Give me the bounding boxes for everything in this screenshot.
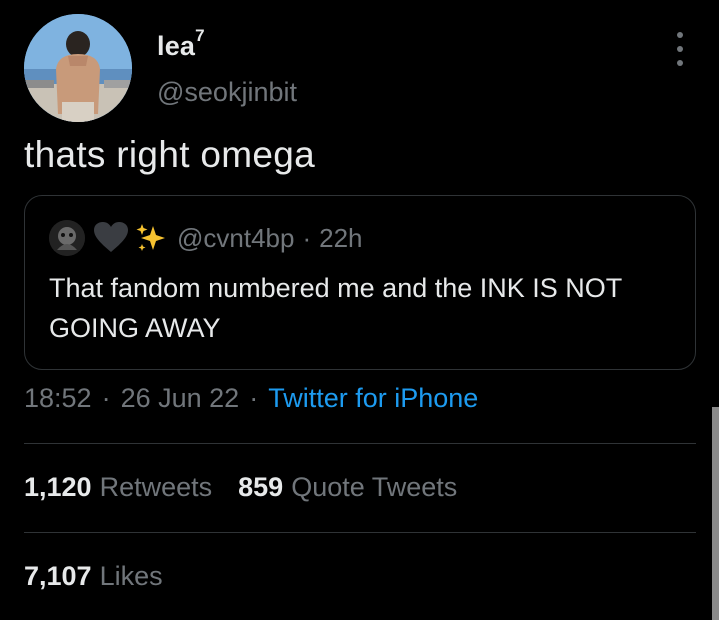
tweet-text: thats right omega: [24, 134, 315, 175]
engagement-stats: 1,120 Retweets 859 Quote Tweets: [24, 472, 483, 503]
quoted-handle[interactable]: @cvnt4bp: [177, 223, 294, 254]
dot: [677, 46, 683, 52]
likes-stats: 7,107 Likes: [24, 561, 189, 592]
quote-tweets-count: 859: [238, 472, 284, 502]
more-options-button[interactable]: [666, 32, 694, 66]
avatar-photo: [24, 14, 132, 122]
display-name-suffix: 7: [195, 26, 205, 45]
quoted-tweet-header: @cvnt4bp · 22h: [49, 220, 363, 256]
tweet-detail: lea7 @seokjinbit thats right omega @cvnt…: [0, 0, 719, 620]
quoted-tweet-card[interactable]: @cvnt4bp · 22h That fandom numbered me a…: [24, 195, 696, 370]
likes-label: Likes: [99, 561, 163, 591]
quoted-avatar-photo: [49, 220, 85, 256]
tweet-source-link[interactable]: Twitter for iPhone: [268, 383, 478, 414]
divider: [24, 532, 696, 533]
quoted-tweet-text: That fandom numbered me and the INK IS N…: [49, 273, 622, 343]
separator: ·: [249, 383, 259, 413]
retweets-label: Retweets: [99, 472, 213, 502]
divider: [24, 443, 696, 444]
tweet-meta: 18:52 · 26 Jun 22 · Twitter for iPhone: [24, 383, 478, 414]
avatar[interactable]: [24, 14, 132, 122]
retweets-stat[interactable]: 1,120 Retweets: [24, 472, 238, 503]
tweet-time[interactable]: 18:52: [24, 383, 92, 414]
tweet-date[interactable]: 26 Jun 22: [121, 383, 240, 414]
likes-stat[interactable]: 7,107 Likes: [24, 561, 189, 592]
quote-tweets-label: Quote Tweets: [291, 472, 458, 502]
display-name[interactable]: lea7: [157, 26, 205, 62]
separator: ·: [302, 222, 312, 253]
quoted-time[interactable]: 22h: [319, 223, 362, 254]
black-heart-icon: [93, 222, 129, 254]
likes-count: 7,107: [24, 561, 92, 591]
separator: ·: [101, 383, 111, 413]
dot: [677, 60, 683, 66]
quoted-avatar[interactable]: [49, 220, 85, 256]
scrollbar[interactable]: [712, 407, 719, 620]
quote-tweets-stat[interactable]: 859 Quote Tweets: [238, 472, 483, 503]
sparkles-icon: [135, 222, 167, 254]
user-handle[interactable]: @seokjinbit: [157, 77, 297, 108]
retweets-count: 1,120: [24, 472, 92, 502]
dot: [677, 32, 683, 38]
